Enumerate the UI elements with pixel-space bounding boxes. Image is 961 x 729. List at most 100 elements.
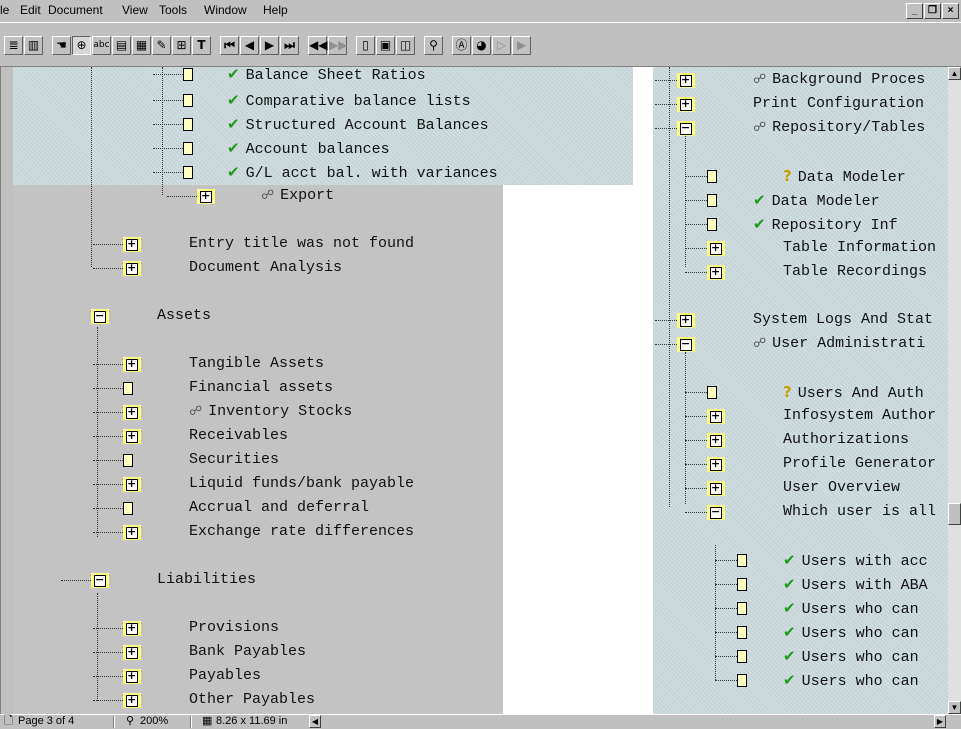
scroll-down-icon[interactable]: ▼ [948, 701, 961, 714]
go-back-icon[interactable]: ◀◀ [308, 36, 327, 55]
thumbnails-pane-icon[interactable]: ▥ [24, 36, 43, 55]
graphics-select-icon[interactable]: ▦ [132, 36, 151, 55]
collapse-node-icon[interactable] [677, 337, 695, 352]
expand-node-icon[interactable] [707, 433, 725, 448]
document-node-icon[interactable] [737, 602, 747, 615]
collapse-node-icon[interactable] [91, 309, 109, 324]
expand-node-icon[interactable] [123, 669, 141, 684]
tree-item[interactable]: Tangible Assets [189, 353, 324, 375]
tree-item[interactable]: ? Data Modeler [783, 165, 906, 187]
tree-item[interactable]: Liquid funds/bank payable [189, 473, 414, 495]
minimize-button[interactable]: _ [906, 3, 923, 19]
prev-article-icon[interactable]: ▷ [492, 36, 511, 55]
document-node-icon[interactable] [123, 454, 133, 467]
tree-item[interactable]: ✔ Users with ABA [783, 573, 928, 595]
tree-item[interactable]: Accrual and deferral [189, 497, 369, 519]
tree-item[interactable]: ✔ Data Modeler [753, 189, 880, 211]
collapse-node-icon[interactable] [677, 121, 695, 136]
menu-window[interactable]: Window [204, 3, 247, 17]
document-node-icon[interactable] [707, 218, 717, 231]
tree-item[interactable]: Other Payables [189, 689, 315, 711]
collapse-node-icon[interactable] [707, 505, 725, 520]
menu-file[interactable]: le [0, 3, 9, 17]
next-article-icon[interactable]: ▶ [512, 36, 531, 55]
tree-item[interactable]: Securities [189, 449, 279, 471]
collapse-node-icon[interactable] [91, 573, 109, 588]
document-node-icon[interactable] [737, 578, 747, 591]
link-tool-icon[interactable]: ✎ [152, 36, 171, 55]
tree-item[interactable]: Infosystem Author [783, 405, 936, 427]
tree-item[interactable]: ✔ Users who can [783, 597, 919, 619]
close-button[interactable]: × [942, 3, 959, 19]
actual-size-icon[interactable]: ▯ [356, 36, 375, 55]
expand-node-icon[interactable] [123, 237, 141, 252]
scroll-thumb[interactable] [948, 503, 961, 525]
zoom-in-icon[interactable]: ⊕ [72, 36, 91, 55]
tree-item[interactable]: ✔ Repository Inf [753, 213, 898, 235]
hand-icon[interactable]: ☚ [52, 36, 71, 55]
menu-view[interactable]: View [122, 3, 148, 17]
tree-item[interactable]: Authorizations [783, 429, 909, 451]
web-link-icon[interactable]: ◕ [472, 36, 491, 55]
expand-node-icon[interactable] [707, 481, 725, 496]
tree-item[interactable]: ✔ Account balances [227, 137, 390, 159]
tree-item[interactable]: ☍ User Administrati [753, 333, 925, 355]
document-node-icon[interactable] [737, 554, 747, 567]
first-page-icon[interactable]: ⏮ [220, 36, 239, 55]
fit-width-icon[interactable]: ◫ [396, 36, 415, 55]
tree-item[interactable]: Exchange rate differences [189, 521, 414, 543]
text-tool-button[interactable]: T [192, 36, 211, 55]
menu-tools[interactable]: Tools [159, 3, 187, 17]
tree-item[interactable]: ✔ Structured Account Balances [227, 113, 489, 135]
tree-item[interactable]: ✔ Users who can [783, 669, 919, 691]
tree-item[interactable]: Profile Generator [783, 453, 936, 475]
expand-node-icon[interactable] [677, 97, 695, 112]
tree-item[interactable]: Financial assets [189, 377, 333, 399]
tree-item[interactable]: ✔ G/L acct bal. with variances [227, 161, 498, 183]
expand-node-icon[interactable] [197, 189, 215, 204]
document-node-icon[interactable] [707, 170, 717, 183]
find-icon[interactable]: Ⓐ [452, 36, 471, 55]
tree-item[interactable]: Liabilities [157, 569, 256, 591]
fit-page-icon[interactable]: ▣ [376, 36, 395, 55]
expand-node-icon[interactable] [123, 429, 141, 444]
tree-item[interactable]: Provisions [189, 617, 279, 639]
expand-node-icon[interactable] [123, 645, 141, 660]
expand-node-icon[interactable] [123, 477, 141, 492]
expand-node-icon[interactable] [707, 409, 725, 424]
document-node-icon[interactable] [707, 386, 717, 399]
scroll-left-icon[interactable]: ◀ [309, 715, 321, 728]
scroll-right-icon[interactable]: ▶ [934, 715, 946, 728]
document-node-icon[interactable] [737, 674, 747, 687]
tree-item[interactable]: System Logs And Stat [753, 309, 933, 331]
expand-node-icon[interactable] [123, 357, 141, 372]
tree-item[interactable]: Which user is all [783, 501, 936, 523]
menu-help[interactable]: Help [263, 3, 288, 17]
expand-node-icon[interactable] [677, 313, 695, 328]
document-node-icon[interactable] [183, 68, 193, 81]
go-forward-icon[interactable]: ▶▶ [328, 36, 347, 55]
menu-edit[interactable]: Edit [20, 3, 41, 17]
tree-item[interactable]: Entry title was not found [189, 233, 414, 255]
tree-item[interactable]: ✔ Users with acc [783, 549, 928, 571]
expand-node-icon[interactable] [123, 405, 141, 420]
document-node-icon[interactable] [123, 382, 133, 395]
document-node-icon[interactable] [183, 118, 193, 131]
document-node-icon[interactable] [183, 166, 193, 179]
next-page-icon[interactable]: ▶ [260, 36, 279, 55]
last-page-icon[interactable]: ⏭ [280, 36, 299, 55]
expand-node-icon[interactable] [707, 241, 725, 256]
expand-node-icon[interactable] [677, 73, 695, 88]
tree-item[interactable]: ☍ Export [261, 185, 334, 207]
binoculars-icon[interactable]: ⚲ [424, 36, 443, 55]
tree-item[interactable]: Table Recordings [783, 261, 927, 283]
tree-item[interactable]: Document Analysis [189, 257, 342, 279]
tree-item[interactable]: ? Users And Auth [783, 381, 924, 403]
tree-item[interactable]: Bank Payables [189, 641, 306, 663]
crop-tool-icon[interactable]: ⊞ [172, 36, 191, 55]
previous-page-icon[interactable]: ◀ [240, 36, 259, 55]
document-node-icon[interactable] [737, 650, 747, 663]
document-node-icon[interactable] [707, 194, 717, 207]
tree-item[interactable]: Assets [157, 305, 211, 327]
tree-item[interactable]: User Overview [783, 477, 900, 499]
